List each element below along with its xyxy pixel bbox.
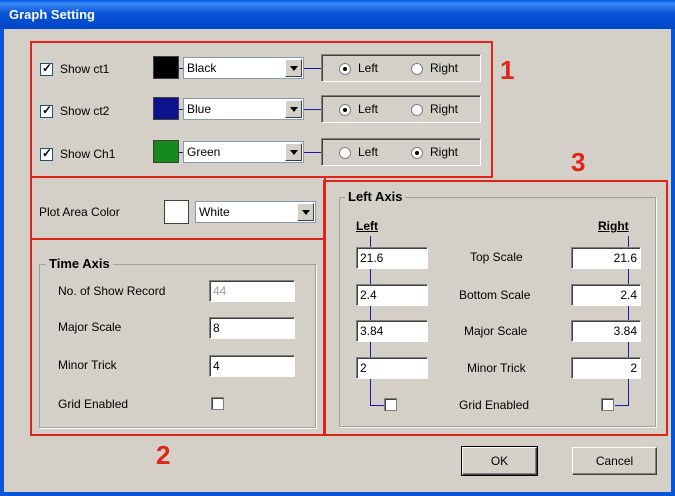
- series-2-right-label: Right: [430, 102, 459, 116]
- show-series-1-label: Show ct1: [60, 62, 110, 76]
- checkmark-icon: ✓: [42, 146, 53, 160]
- checkmark-icon: ✓: [42, 61, 53, 75]
- left-bottom-scale-field[interactable]: 2.4: [356, 284, 428, 306]
- show-series-3-label: Show Ch1: [60, 147, 116, 161]
- ok-button[interactable]: OK: [461, 446, 538, 476]
- show-record-field[interactable]: 44: [209, 280, 295, 302]
- connector-line: [304, 109, 321, 110]
- axis-major-scale-label: Major Scale: [464, 324, 528, 338]
- left-connector-line: [370, 405, 384, 406]
- right-connector-line: [615, 405, 629, 406]
- series-2-right-radio[interactable]: [411, 104, 423, 116]
- series-3-right-label: Right: [430, 145, 459, 159]
- series-1-color-value: Black: [187, 61, 217, 75]
- series-2-left-label: Left: [358, 102, 379, 116]
- connector-line: [304, 68, 321, 69]
- left-minor-trick-field[interactable]: 2: [356, 357, 428, 379]
- plot-area-color-value: White: [199, 205, 230, 219]
- window-frame-right: [671, 29, 675, 496]
- left-column-header: Left: [356, 219, 378, 233]
- title-bar[interactable]: Graph Setting: [0, 0, 675, 29]
- series-3-right-radio[interactable]: [411, 147, 423, 159]
- series-3-color-value: Green: [187, 145, 221, 159]
- minor-trick-field[interactable]: 4: [209, 355, 295, 377]
- top-scale-label: Top Scale: [470, 250, 523, 264]
- series-3-axis-group: Left Right: [321, 138, 481, 166]
- left-axis-title: Left Axis: [345, 189, 406, 204]
- series-3-left-label: Left: [358, 145, 379, 159]
- series-2-axis-group: Left Right: [321, 95, 481, 123]
- right-column-header: Right: [598, 219, 629, 233]
- connector-line: [304, 152, 321, 153]
- series-2-left-radio[interactable]: [339, 104, 351, 116]
- major-scale-label: Major Scale: [58, 320, 122, 334]
- window-frame-bottom: [0, 492, 675, 496]
- left-top-scale-field[interactable]: 21.6: [356, 247, 428, 269]
- dropdown-button[interactable]: [297, 203, 314, 221]
- time-grid-enabled-label: Grid Enabled: [58, 397, 129, 411]
- cancel-button[interactable]: Cancel: [572, 447, 657, 475]
- chevron-down-icon: [302, 210, 310, 215]
- axis-minor-trick-label: Minor Trick: [467, 361, 526, 375]
- series-1-left-label: Left: [358, 61, 379, 75]
- dropdown-button[interactable]: [285, 100, 302, 118]
- chevron-down-icon: [290, 66, 298, 71]
- series-1-axis-group: Left Right: [321, 54, 481, 82]
- series-1-color-select[interactable]: Black: [183, 57, 304, 79]
- series-2-color-value: Blue: [187, 102, 212, 116]
- window-title: Graph Setting: [9, 7, 95, 22]
- checkmark-icon: ✓: [42, 103, 53, 117]
- plot-area-color-select[interactable]: White: [195, 201, 316, 223]
- right-major-scale-field[interactable]: 3.84: [571, 320, 641, 342]
- major-scale-field[interactable]: 8: [209, 317, 295, 339]
- plot-area-color-label: Plot Area Color: [39, 205, 120, 219]
- right-grid-enabled-checkbox[interactable]: [601, 398, 614, 411]
- time-axis-title: Time Axis: [46, 256, 113, 271]
- axis-grid-enabled-label: Grid Enabled: [459, 398, 530, 412]
- right-minor-trick-field[interactable]: 2: [571, 357, 641, 379]
- show-series-2-label: Show ct2: [60, 104, 110, 118]
- minor-trick-label: Minor Trick: [58, 358, 117, 372]
- series-1-right-radio[interactable]: [411, 63, 423, 75]
- show-series-1-checkbox[interactable]: ✓: [40, 61, 53, 76]
- annotation-number-2: 2: [156, 440, 171, 470]
- show-series-2-checkbox[interactable]: ✓: [40, 103, 53, 118]
- plot-area-color-swatch[interactable]: [164, 200, 189, 224]
- time-grid-enabled-checkbox[interactable]: [211, 397, 224, 410]
- series-1-color-swatch[interactable]: [153, 56, 179, 79]
- chevron-down-icon: [290, 107, 298, 112]
- series-2-color-swatch[interactable]: [153, 97, 179, 120]
- series-3-color-select[interactable]: Green: [183, 141, 304, 163]
- series-3-color-swatch[interactable]: [153, 140, 179, 163]
- show-series-3-checkbox[interactable]: ✓: [40, 146, 53, 161]
- annotation-number-1: 1: [500, 55, 515, 85]
- show-record-label: No. of Show Record: [58, 284, 166, 298]
- right-top-scale-field[interactable]: 21.6: [571, 247, 641, 269]
- chevron-down-icon: [290, 150, 298, 155]
- graph-setting-dialog: Graph Setting 1 2 3 ✓ Show ct1 Black Lef…: [0, 0, 675, 496]
- series-1-left-radio[interactable]: [339, 63, 351, 75]
- series-3-left-radio[interactable]: [339, 147, 351, 159]
- left-major-scale-field[interactable]: 3.84: [356, 320, 428, 342]
- dropdown-button[interactable]: [285, 143, 302, 161]
- series-1-right-label: Right: [430, 61, 459, 75]
- right-bottom-scale-field[interactable]: 2.4: [571, 284, 641, 306]
- annotation-number-3: 3: [571, 147, 586, 177]
- bottom-scale-label: Bottom Scale: [459, 288, 531, 302]
- dropdown-button[interactable]: [285, 59, 302, 77]
- left-grid-enabled-checkbox[interactable]: [384, 398, 397, 411]
- series-2-color-select[interactable]: Blue: [183, 98, 304, 120]
